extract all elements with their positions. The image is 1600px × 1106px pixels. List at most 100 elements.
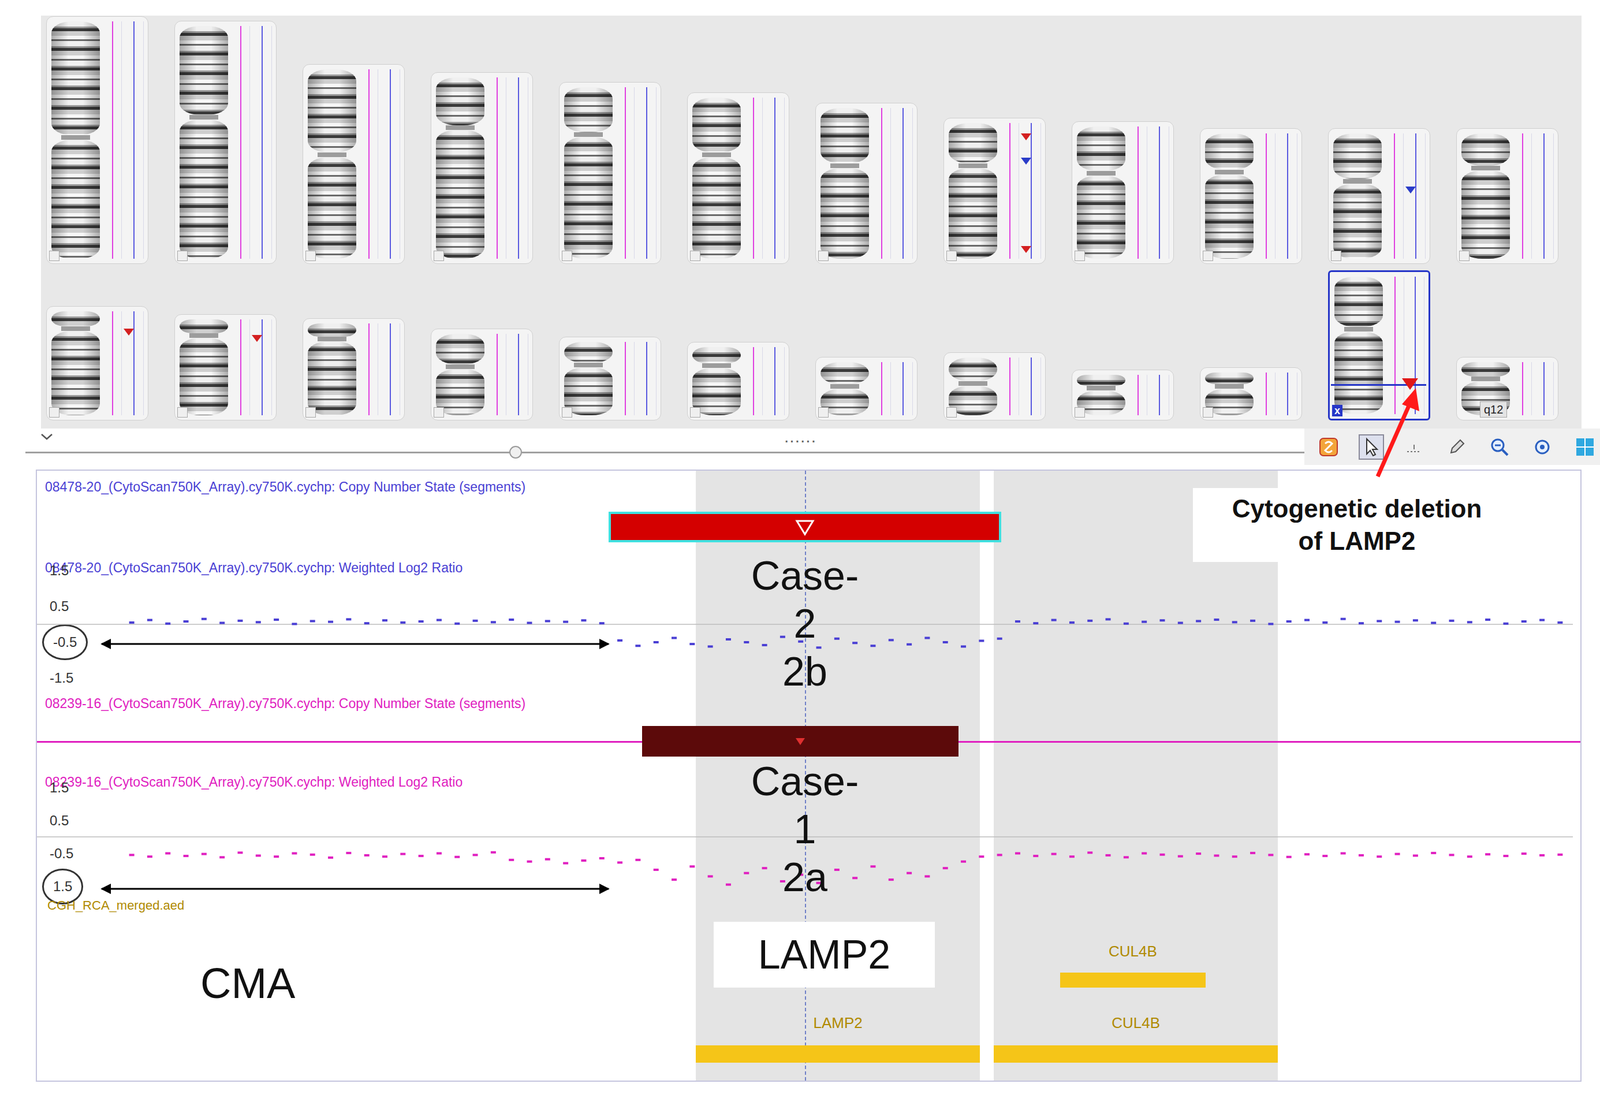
chromosome[interactable] [1328,128,1431,264]
copy-number-lines [612,341,661,416]
data-point [1015,620,1021,623]
chromosome[interactable] [815,102,918,264]
chromosome[interactable] [430,328,533,421]
data-point [1195,619,1202,622]
data-point [743,640,749,644]
toolbar-button[interactable] [1444,434,1470,460]
chromosome[interactable] [46,306,149,421]
chromosome[interactable] [1199,128,1303,264]
chromosome-ideogram [1461,133,1510,259]
method-label: CMA [200,958,296,1009]
cnv-marker[interactable] [1020,157,1032,165]
data-point [834,868,840,871]
gene-bar[interactable] [1060,972,1207,988]
data-point [1123,855,1129,859]
chromosome[interactable] [302,318,405,421]
karyotype-row: xq12 [46,263,1582,421]
pointer-icon [1360,436,1382,458]
copy-number-lines [612,87,661,259]
data-point [1051,852,1057,856]
data-point [978,639,984,643]
data-point [183,620,189,623]
cnv-marker[interactable] [1401,378,1419,390]
data-point [1232,855,1238,858]
chromosome[interactable] [1456,128,1559,264]
toolbar-button[interactable] [1358,434,1385,460]
cnv-marker[interactable] [1020,133,1032,141]
data-point [599,621,605,625]
chromosome[interactable] [943,352,1046,421]
data-point [291,622,297,625]
range-arrow [101,888,609,890]
chromosome[interactable] [46,16,149,264]
splitter-handle[interactable]: ...... [784,430,817,443]
data-point [1141,620,1147,624]
data-point [201,617,207,621]
data-point [1430,621,1437,625]
chromosome[interactable] [687,92,790,264]
splitter[interactable] [25,444,1305,460]
chromosome[interactable] [430,72,533,264]
chromosome[interactable] [1071,369,1174,421]
chromosome[interactable] [687,341,790,421]
data-point [1502,622,1509,625]
deletion-segment[interactable] [608,511,1002,543]
data-point [1539,853,1545,857]
data-point [165,852,171,855]
toolbar-button[interactable] [1486,434,1513,460]
gene-bar[interactable] [993,1045,1278,1063]
copy-number-lines [997,357,1046,416]
chevron-down-icon[interactable] [40,432,54,441]
data-point [273,618,279,621]
palette-icon [1318,436,1340,458]
cnv-marker[interactable] [123,328,134,336]
copy-number-lines [356,69,405,259]
data-point [1267,853,1274,856]
axis-tick: 1.5 [49,779,69,796]
copy-number-lines [228,319,277,416]
data-point [689,864,695,868]
cnv-marker[interactable] [1020,245,1032,253]
toolbar-button[interactable] [1315,434,1342,460]
data-point [1267,622,1274,625]
chromosome-badge [305,250,316,261]
data-point [147,855,153,858]
data-point [1340,617,1346,621]
toolbar-button[interactable] [1572,434,1598,460]
chromosome-badge [49,250,60,261]
toolbar-button[interactable] [1529,434,1555,460]
data-point [1322,621,1328,624]
data-point [255,853,261,857]
data-point [1087,851,1093,854]
chromosome[interactable] [174,314,277,421]
chromosome[interactable] [1199,367,1303,421]
splitter-knob[interactable] [509,445,522,459]
chromosome[interactable] [943,117,1046,264]
data-point [400,621,406,624]
chromosome-badge [946,250,957,261]
chromosome[interactable]: q12 [1456,356,1559,421]
chromosome[interactable] [815,356,918,421]
cnv-marker[interactable] [1405,186,1416,194]
copy-number-lines [1381,133,1430,259]
chromosome[interactable] [1071,121,1174,264]
chromosome-ideogram [820,107,870,259]
chromosome[interactable] [558,336,662,421]
toolbar-button[interactable] [1401,434,1427,460]
data-point [454,855,460,859]
data-point [1521,620,1527,623]
data-point [454,622,460,625]
data-point [273,855,279,858]
cnv-marker[interactable] [251,334,263,342]
chromosome-ideogram [564,341,613,416]
gene-bar[interactable] [695,1045,980,1063]
track-title: 08478-20_(CytoScan750K_Array).cy750K.cyc… [45,478,526,495]
copy-number-lines [1253,133,1302,259]
data-point [942,866,949,870]
pencil-icon [1446,436,1468,458]
chromosome[interactable] [558,81,662,264]
data-point [1430,851,1437,854]
chromosome[interactable] [174,20,277,264]
deletion-segment[interactable] [642,725,959,757]
chromosome[interactable] [302,64,405,264]
